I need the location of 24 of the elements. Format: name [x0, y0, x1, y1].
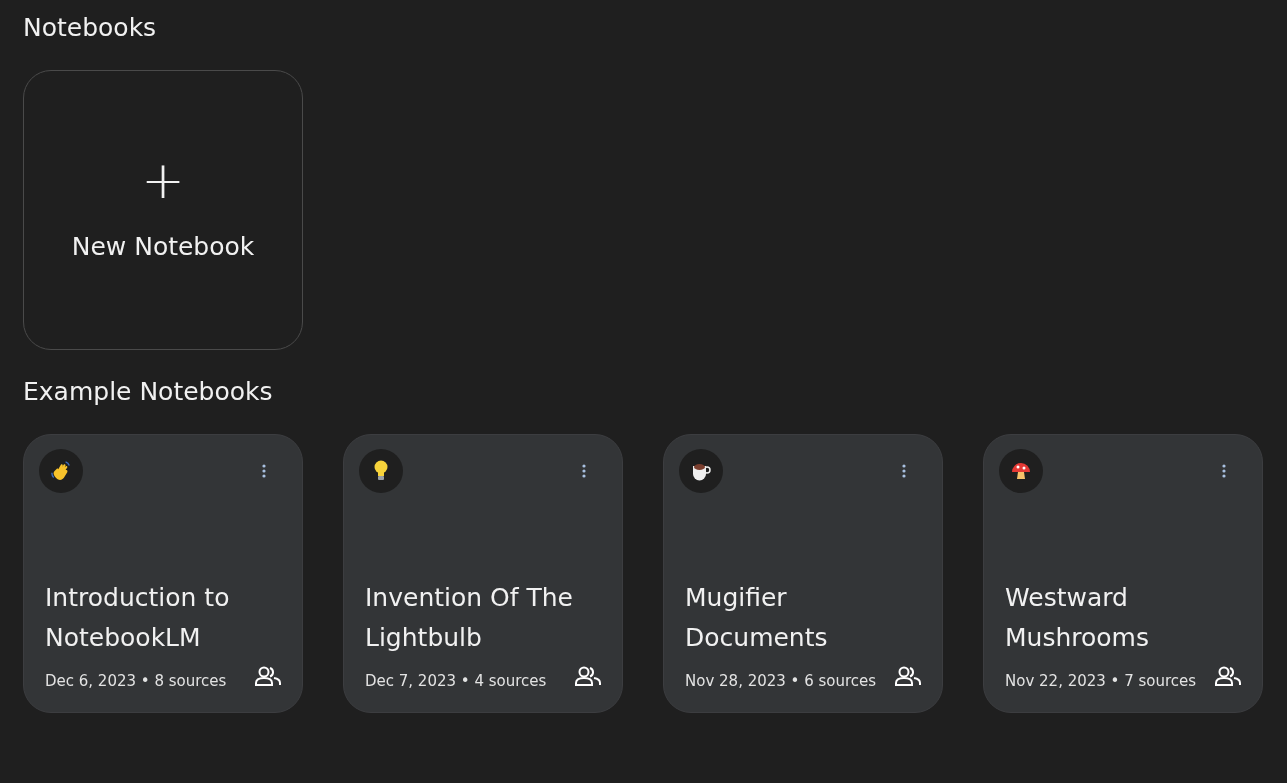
notebook-meta: Nov 22, 2023 • 7 sources	[1004, 670, 1197, 692]
section-title: Notebooks	[23, 12, 158, 44]
notebook-title: Introduction to NotebookLM	[44, 582, 231, 654]
notebook-card[interactable]: Introduction to NotebookLM Dec 6, 2023 • 8 sources	[23, 434, 303, 713]
coffee-cup-icon	[679, 449, 723, 493]
notebook-card[interactable]: Westward Mushrooms Nov 22, 2023 • 7 sources	[983, 434, 1263, 713]
mushroom-icon	[999, 449, 1043, 493]
more-options-icon[interactable]	[582, 463, 586, 479]
notebook-meta: Dec 6, 2023 • 8 sources	[44, 670, 227, 692]
notebook-title: Mugifier Documents	[684, 582, 829, 654]
lightbulb-icon	[359, 449, 403, 493]
new-notebook-button[interactable]: + New Notebook	[23, 70, 303, 350]
more-options-icon[interactable]	[902, 463, 906, 479]
notebook-card[interactable]: Invention Of The Lightbulb Dec 7, 2023 • 4 sources	[343, 434, 623, 713]
section-title: Example Notebooks	[23, 376, 274, 408]
plus-icon: +	[141, 154, 185, 207]
notebook-meta: Dec 7, 2023 • 4 sources	[364, 670, 547, 692]
more-options-icon[interactable]	[262, 463, 266, 479]
notebook-title: Invention Of The Lightbulb	[364, 582, 574, 654]
waving-hand-icon	[39, 449, 83, 493]
notebook-card[interactable]: Mugifier Documents Nov 28, 2023 • 6 sources	[663, 434, 943, 713]
notebook-meta: Nov 28, 2023 • 6 sources	[684, 670, 877, 692]
more-options-icon[interactable]	[1222, 463, 1226, 479]
notebook-title: Westward Mushrooms	[1004, 582, 1150, 654]
